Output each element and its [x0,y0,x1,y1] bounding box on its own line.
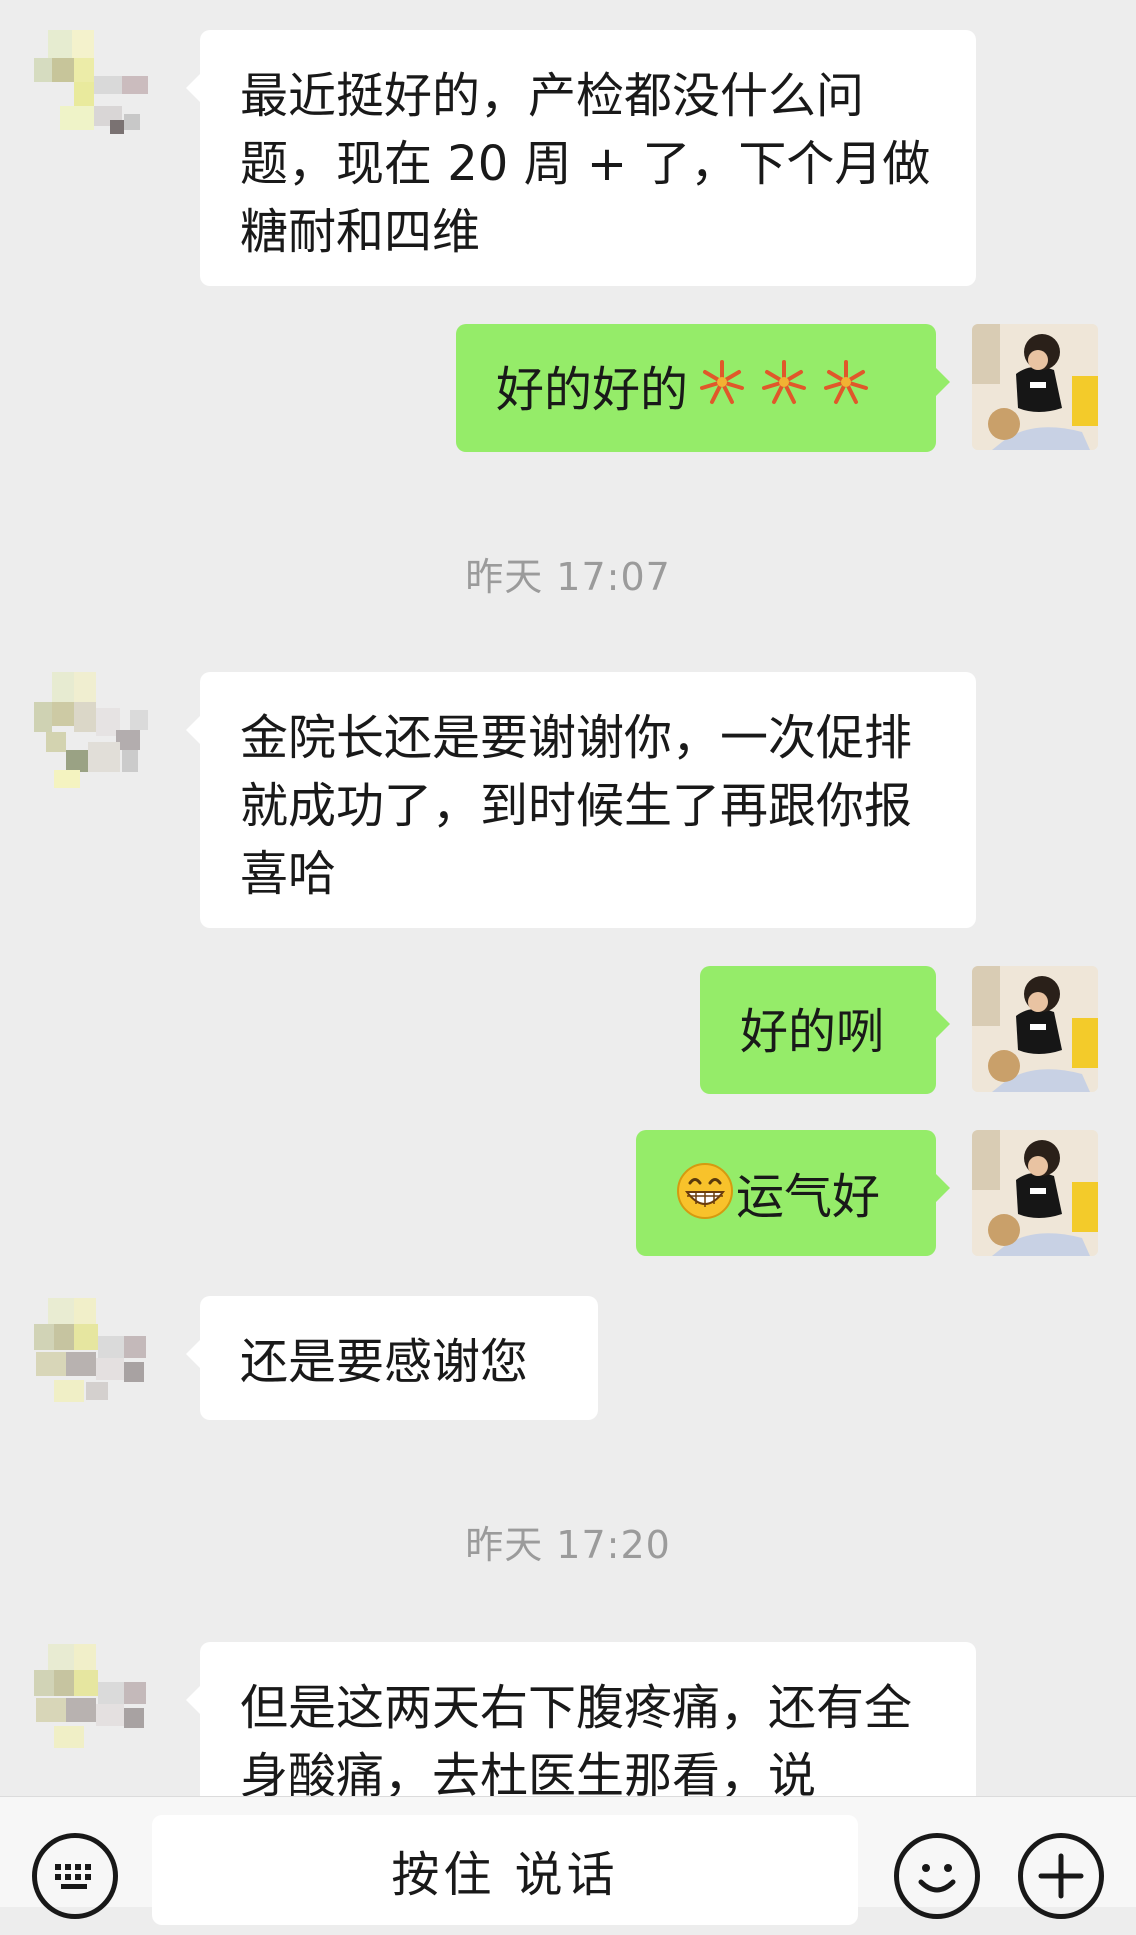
message-bubble-incoming[interactable]: 但是这两天右下腹疼痛，还有全身酸痛，去杜医生那看，说 [186,1642,976,1796]
grin-emoji-icon [676,1162,734,1238]
message-bubble-outgoing[interactable]: 运气好 [636,1130,950,1256]
message-text: 最近挺好的，产检都没什么问题，现在 20 周 + 了，下个月做糖耐和四维 [240,68,931,260]
contact-avatar[interactable] [30,30,148,148]
my-avatar[interactable] [972,1130,1098,1256]
message-text: 还是要感谢您 [240,1334,529,1390]
message-text: 好的咧 [740,1004,885,1060]
plus-icon[interactable] [1018,1833,1104,1919]
emoji-icon[interactable] [894,1833,980,1919]
contact-avatar[interactable] [30,672,148,790]
message-text: 好的好的 [496,362,689,418]
chat-area[interactable]: 最近挺好的，产检都没什么问题，现在 20 周 + 了，下个月做糖耐和四维 好的好… [0,0,1136,1796]
contact-avatar[interactable] [30,1642,148,1760]
message-bubble-incoming[interactable]: 最近挺好的，产检都没什么问题，现在 20 周 + 了，下个月做糖耐和四维 [186,30,976,286]
message-text: 但是这两天右下腹疼痛，还有全身酸痛，去杜医生那看，说 [240,1680,913,1796]
my-avatar[interactable] [972,324,1098,450]
message-text: 运气好 [736,1169,881,1225]
message-bubble-incoming[interactable]: 金院长还是要谢谢你，一次促排就成功了，到时候生了再跟你报喜哈 [186,672,976,928]
fireworks-icon [692,358,878,428]
message-bubble-incoming[interactable]: 还是要感谢您 [186,1296,598,1420]
message-text: 金院长还是要谢谢你，一次促排就成功了，到时候生了再跟你报喜哈 [240,710,913,902]
message-bubble-outgoing[interactable]: 好的好的 [456,324,950,452]
hold-to-talk-button[interactable]: 按住 说话 [152,1815,858,1925]
my-avatar[interactable] [972,966,1098,1092]
keyboard-icon[interactable] [32,1833,118,1919]
message-bubble-outgoing[interactable]: 好的咧 [700,966,950,1094]
contact-avatar[interactable] [30,1296,148,1414]
timestamp: 昨天 17:07 [465,555,671,599]
input-bar: 按住 说话 [0,1796,1136,1925]
timestamp: 昨天 17:20 [465,1523,671,1567]
